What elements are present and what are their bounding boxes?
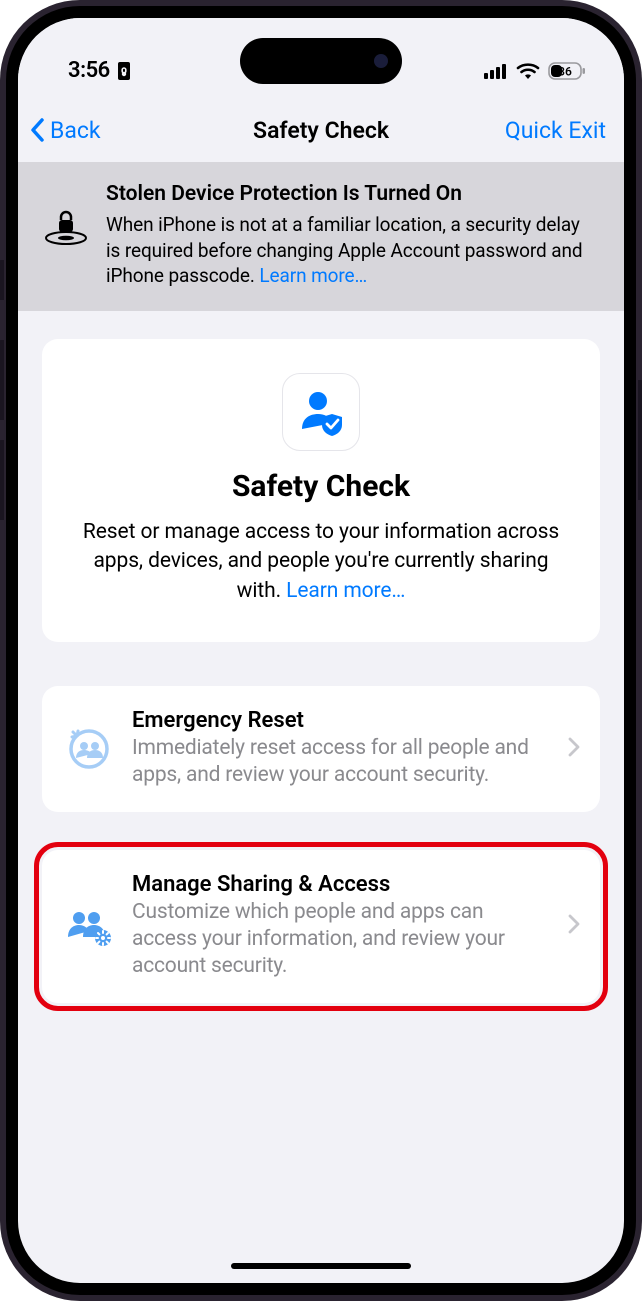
mute-switch [0,260,4,300]
hero-card: Safety Check Reset or manage access to y… [42,339,600,642]
chevron-left-icon [28,116,48,144]
emergency-reset-desc: Immediately reset access for all people … [132,735,550,790]
hero-icon-wrap [282,373,360,451]
back-label: Back [50,117,101,144]
svg-text:36: 36 [558,64,572,78]
status-time: 3:56 [68,58,110,83]
chevron-right-icon [568,914,580,938]
person-shield-check-icon [296,387,346,437]
manage-sharing-desc: Customize which people and apps can acce… [132,899,550,981]
home-indicator[interactable] [231,1263,411,1269]
emergency-reset-body: Emergency Reset Immediately reset access… [132,708,550,790]
status-right: 36 [484,62,586,80]
annotation-highlight: Manage Sharing & Access Customize which … [34,842,608,1011]
volume-down-button [0,440,4,520]
battery-icon: 36 [548,62,586,80]
stolen-device-banner: Stolen Device Protection Is Turned On Wh… [18,162,624,311]
manage-sharing-body: Manage Sharing & Access Customize which … [132,872,550,981]
banner-title: Stolen Device Protection Is Turned On [106,182,598,206]
hero-learn-more-link[interactable]: Learn more… [286,579,405,603]
screen: 3:56 36 Back Safety Check Quick Exit [18,18,624,1283]
emergency-reset-icon [64,725,114,773]
quick-exit-button[interactable]: Quick Exit [505,117,606,144]
volume-up-button [0,340,4,420]
cellular-icon [484,63,508,79]
back-button[interactable]: Back [28,116,101,144]
dynamic-island [240,38,402,84]
content: Safety Check Reset or manage access to y… [18,311,624,1011]
phone-frame: 3:56 36 Back Safety Check Quick Exit [0,0,642,1301]
lock-location-icon [44,210,88,250]
wifi-icon [516,62,540,80]
power-button [638,380,642,500]
nav-bar: Back Safety Check Quick Exit [18,98,624,162]
hero-desc: Reset or manage access to your informati… [72,518,570,606]
manage-sharing-row[interactable]: Manage Sharing & Access Customize which … [42,850,600,1003]
chevron-right-icon [568,737,580,761]
portrait-lock-icon [116,61,132,81]
banner-text: Stolen Device Protection Is Turned On Wh… [106,182,598,289]
manage-sharing-title: Manage Sharing & Access [132,872,550,897]
emergency-reset-row[interactable]: Emergency Reset Immediately reset access… [42,686,600,812]
status-left: 3:56 [68,58,132,83]
banner-learn-more-link[interactable]: Learn more… [259,264,367,287]
hero-title: Safety Check [72,469,570,504]
emergency-reset-title: Emergency Reset [132,708,550,733]
banner-desc: When iPhone is not at a familiar locatio… [106,212,598,289]
manage-sharing-icon [64,902,114,950]
